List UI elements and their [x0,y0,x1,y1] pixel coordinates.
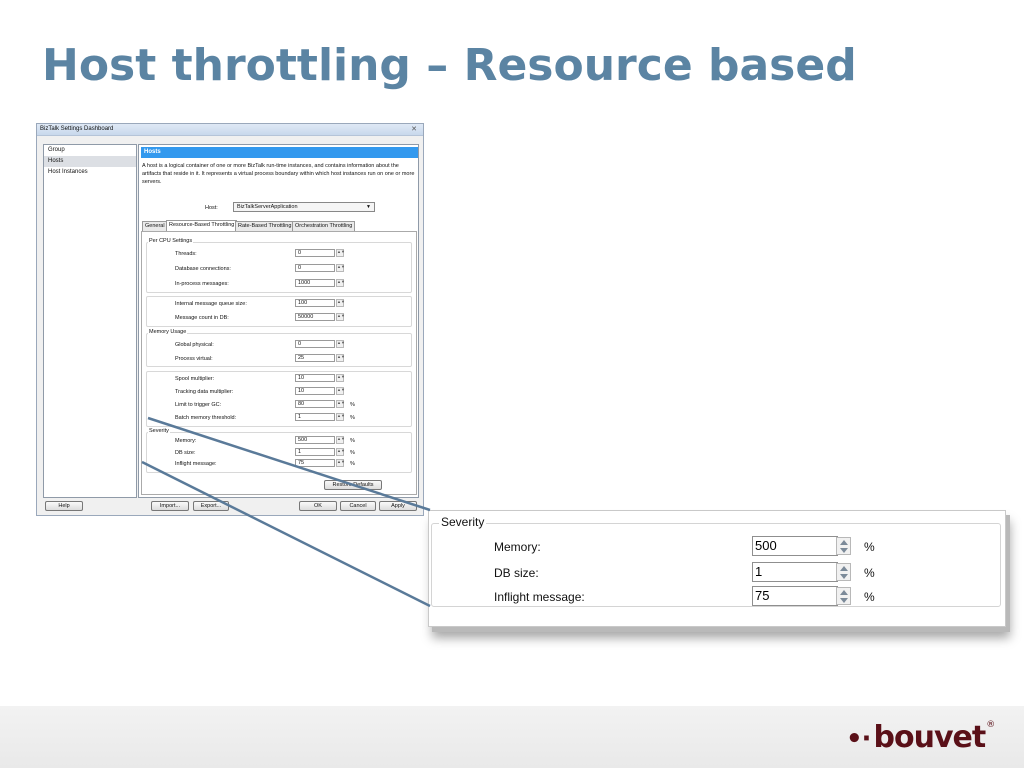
logo-text: bouvet [873,720,987,755]
connector-line-top [147,416,431,512]
logo-registered-mark: ® [986,720,995,730]
bouvet-logo: •∙ bouvet® [846,720,995,755]
zoom-connector-lines [141,416,431,608]
logo-dots-icon: •∙ [846,724,871,754]
connector-line-bottom [141,460,431,608]
